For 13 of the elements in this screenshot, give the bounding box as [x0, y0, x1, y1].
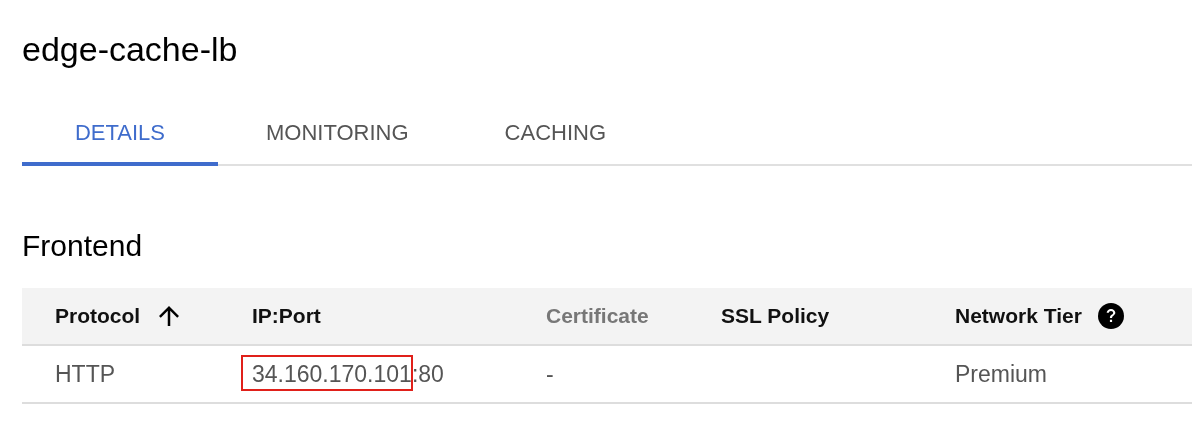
column-header[interactable]: Network Tier	[955, 304, 1082, 328]
column-header[interactable]: IP:Port	[252, 304, 321, 328]
help-icon[interactable]	[1097, 303, 1124, 329]
column-header[interactable]: SSL Policy	[721, 304, 830, 328]
table-cell: -	[546, 360, 554, 388]
tab[interactable]: CACHING	[456, 104, 655, 166]
table-cell: Premium	[955, 360, 1047, 388]
tab[interactable]: DETAILS	[22, 104, 218, 166]
column-header[interactable]: Protocol	[55, 304, 141, 328]
page-title: edge-cache-lb	[22, 29, 239, 70]
table-cell: HTTP	[55, 360, 116, 388]
section-title: Frontend	[22, 228, 144, 264]
tab[interactable]: MONITORING	[218, 104, 457, 166]
